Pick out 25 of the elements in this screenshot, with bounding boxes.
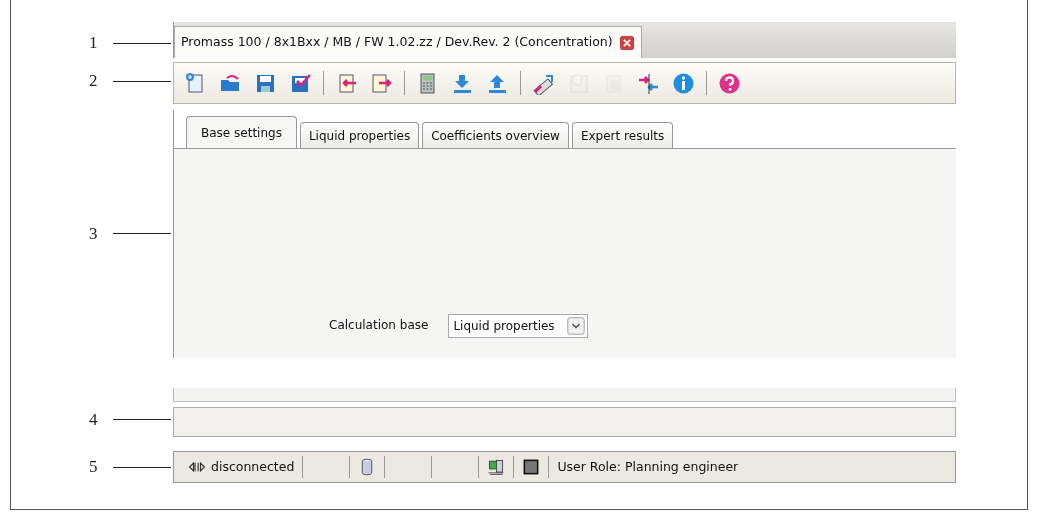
- leader-line: [113, 419, 171, 420]
- leader-line: [113, 42, 171, 44]
- tab[interactable]: Liquid properties: [299, 122, 420, 148]
- connection-status: disconnected: [211, 457, 295, 476]
- tab[interactable]: Base settings: [186, 116, 297, 148]
- window-title: Promass 100 / 8x1Bxx / MB / FW 1.02.zz / Dev.Rev. 2 (Concentration): [181, 33, 613, 52]
- callout-number: 5: [89, 456, 99, 479]
- computer-icon: [487, 458, 506, 476]
- document-tab[interactable]: Promass 100 / 8x1Bxx / MB / FW 1.02.zz / Dev.Rev. 2 (Concentration): [174, 26, 642, 58]
- square-icon: [522, 458, 541, 476]
- leader-line: [113, 466, 171, 468]
- callout-number: 3: [89, 223, 99, 245]
- close-icon[interactable]: [618, 34, 635, 51]
- dropdown[interactable]: Liquid properties: [448, 314, 588, 338]
- leader-line: [113, 233, 171, 235]
- input-field[interactable]: [173, 407, 956, 437]
- tab[interactable]: Expert results: [571, 122, 674, 148]
- callout-number: 2: [89, 70, 99, 93]
- caret-icon: [566, 317, 585, 335]
- tab[interactable]: Coefficients overview: [422, 122, 569, 148]
- field-label: Calculation base: [329, 317, 429, 334]
- callout-number: 4: [89, 408, 99, 431]
- leader-line: [113, 80, 171, 82]
- user-role-text: User Role: Planning engineer: [557, 457, 739, 476]
- callout-number: 1: [89, 32, 99, 55]
